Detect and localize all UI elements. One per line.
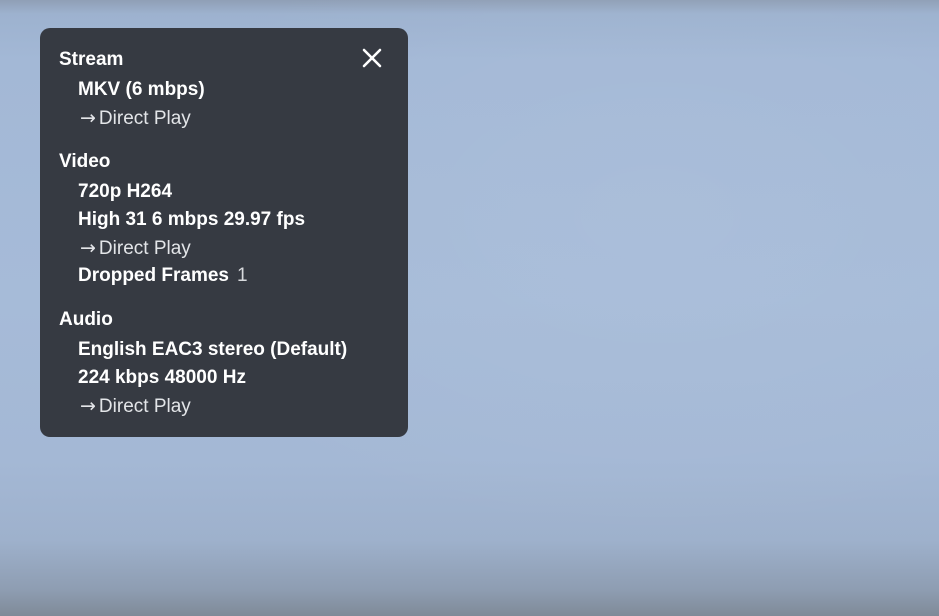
video-mode: → Direct Play bbox=[59, 234, 389, 262]
stream-mode-label: Direct Play bbox=[98, 108, 191, 129]
close-button[interactable] bbox=[359, 45, 385, 71]
stream-section: Stream MKV (6 mbps) → Direct Play bbox=[59, 48, 389, 132]
stream-title: Stream bbox=[59, 49, 124, 70]
video-resolution: 720p H264 bbox=[78, 181, 173, 202]
stream-mode: → Direct Play bbox=[59, 104, 389, 132]
dropped-frames-value: 1 bbox=[236, 265, 248, 286]
video-section: Video 720p H264 High 31 6 mbps 29.97 fps… bbox=[59, 150, 389, 290]
arrow-right-icon: → bbox=[80, 237, 96, 259]
dropped-frames: Dropped Frames 1 bbox=[59, 262, 389, 290]
audio-details: 224 kbps 48000 Hz bbox=[78, 367, 246, 388]
dropped-frames-label: Dropped Frames bbox=[78, 265, 229, 286]
video-mode-label: Direct Play bbox=[98, 238, 191, 259]
video-title: Video bbox=[59, 151, 111, 172]
arrow-right-icon: → bbox=[80, 395, 96, 417]
video-details: High 31 6 mbps 29.97 fps bbox=[78, 209, 306, 230]
audio-section: Audio English EAC3 stereo (Default) 224 … bbox=[59, 308, 389, 420]
stream-container: MKV (6 mbps) bbox=[78, 79, 205, 100]
audio-mode: → Direct Play bbox=[59, 392, 389, 420]
audio-track: English EAC3 stereo (Default) bbox=[78, 339, 348, 360]
audio-title: Audio bbox=[59, 309, 113, 330]
audio-mode-label: Direct Play bbox=[98, 396, 191, 417]
close-icon bbox=[362, 48, 382, 68]
playback-info-panel: Stream MKV (6 mbps) → Direct Play Video 7… bbox=[40, 28, 408, 437]
arrow-right-icon: → bbox=[80, 107, 96, 129]
